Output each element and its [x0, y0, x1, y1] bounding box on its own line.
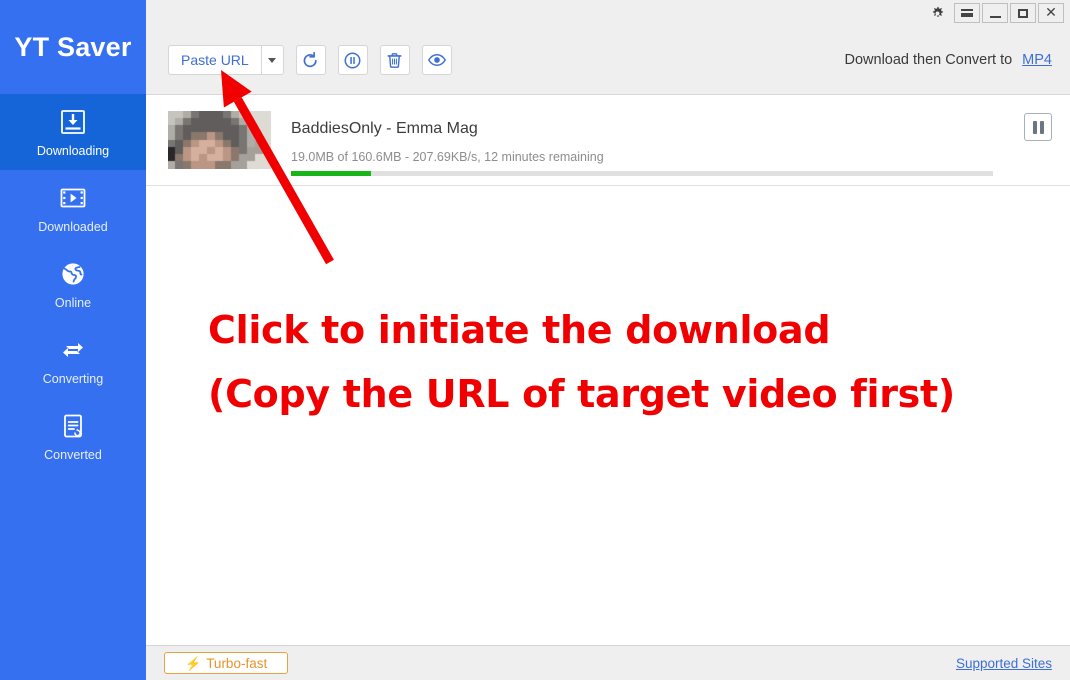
sidebar-item-downloading[interactable]: Downloading [0, 94, 146, 170]
sidebar-item-label: Online [54, 296, 92, 311]
download-box-icon [57, 106, 89, 138]
pause-icon [1032, 120, 1037, 134]
maximize-icon [1018, 8, 1028, 18]
hamburger-icon [961, 9, 973, 17]
globe-icon [57, 258, 89, 290]
menu-button[interactable] [954, 3, 980, 23]
sidebar-item-label: Converted [44, 448, 102, 463]
minimize-icon [989, 15, 1001, 18]
close-icon: ✕ [1045, 5, 1057, 21]
convert-arrows-icon [57, 334, 89, 366]
preview-button[interactable] [421, 45, 452, 75]
chevron-down-icon [268, 57, 277, 63]
table-row[interactable]: BaddiesOnly - Emma Mag 19.0MB of 160.6MB… [146, 95, 1070, 186]
pause-all-button[interactable] [337, 45, 368, 75]
convert-to-label: Download then Convert to [844, 52, 1013, 68]
sidebar-item-label: Downloaded [38, 220, 108, 235]
status-bar: ⚡ Turbo-fast Supported Sites [146, 645, 1070, 680]
progress-bar [291, 171, 993, 176]
app-window: YT Saver Downloading Downloaded Online C… [0, 0, 1070, 680]
gear-icon[interactable] [926, 2, 948, 24]
lightning-bolt-icon: ⚡ [185, 655, 202, 671]
pause-circle-icon [344, 52, 361, 68]
minimize-button[interactable] [982, 3, 1008, 23]
close-button[interactable]: ✕ [1038, 3, 1064, 23]
turbo-fast-button[interactable]: ⚡ Turbo-fast [164, 652, 289, 674]
sidebar: YT Saver Downloading Downloaded Online C… [0, 0, 146, 680]
download-actions [1024, 113, 1052, 141]
main-panel: ✕ Paste URL Download then Convert to MP4… [146, 0, 1070, 680]
paste-url-label: Paste URL [181, 52, 249, 68]
pause-icon [1039, 120, 1044, 134]
app-brand-text: YT Saver [14, 31, 132, 62]
sidebar-item-converting[interactable]: Converting [0, 322, 146, 398]
video-thumbnail [168, 111, 271, 169]
paste-url-button[interactable]: Paste URL [168, 45, 262, 75]
supported-sites-link[interactable]: Supported Sites [956, 656, 1052, 671]
paste-url-dropdown-button[interactable] [261, 45, 284, 75]
eye-icon [427, 53, 446, 67]
convert-to-group: Download then Convert to MP4 [845, 52, 1052, 68]
turbo-fast-label: Turbo-fast [206, 655, 268, 671]
download-info: BaddiesOnly - Emma Mag 19.0MB of 160.6MB… [291, 95, 1006, 185]
pause-download-button[interactable] [1024, 113, 1052, 141]
sidebar-item-downloaded[interactable]: Downloaded [0, 170, 146, 246]
maximize-button[interactable] [1010, 3, 1036, 23]
paste-url-group: Paste URL [168, 45, 284, 75]
trash-icon [387, 52, 402, 68]
toolbar: Paste URL Download then Convert to MP4 [146, 26, 1070, 95]
window-titlebar: ✕ [146, 0, 1070, 26]
convert-format-link[interactable]: MP4 [1022, 52, 1052, 68]
refresh-button[interactable] [295, 45, 326, 75]
delete-button[interactable] [379, 45, 410, 75]
download-status: 19.0MB of 160.6MB - 207.69KB/s, 12 minut… [291, 150, 604, 164]
document-refresh-icon [57, 410, 89, 442]
sidebar-item-online[interactable]: Online [0, 246, 146, 322]
refresh-icon [303, 51, 317, 67]
progress-bar-fill [291, 171, 372, 176]
download-title: BaddiesOnly - Emma Mag [291, 120, 478, 137]
download-list: BaddiesOnly - Emma Mag 19.0MB of 160.6MB… [146, 95, 1070, 645]
film-play-icon [57, 182, 89, 214]
app-logo: YT Saver [0, 0, 146, 94]
sidebar-item-label: Converting [42, 372, 104, 387]
sidebar-item-converted[interactable]: Converted [0, 398, 146, 474]
sidebar-item-label: Downloading [36, 144, 110, 159]
thumbnail-image [168, 111, 271, 169]
